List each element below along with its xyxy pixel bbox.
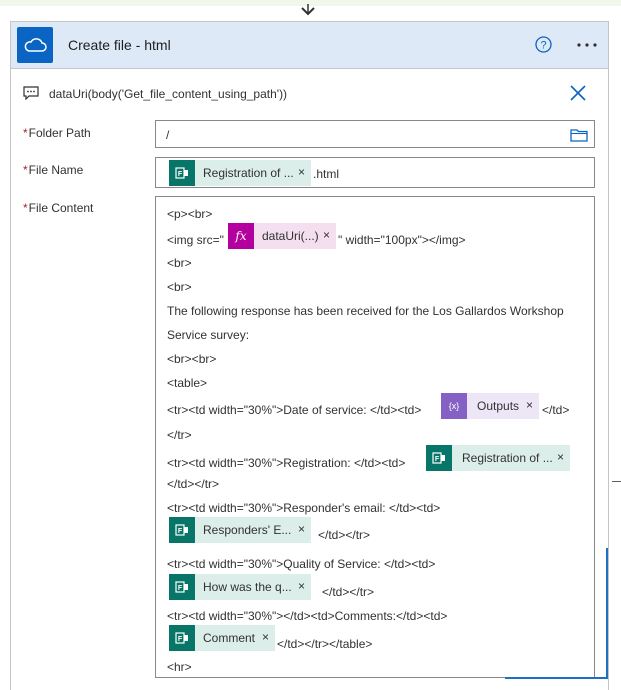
content-line: </td></tr></table>	[277, 637, 373, 651]
content-line: <table>	[167, 376, 208, 390]
action-title: Create file - html	[68, 37, 171, 53]
expression-text: dataUri(body('Get_file_content_using_pat…	[49, 87, 288, 101]
file-content-editor[interactable]: <p><br> <img src=" fx dataUri(...) × " w…	[155, 196, 595, 678]
svg-text:F: F	[178, 585, 183, 592]
folder-path-label: *Folder Path	[23, 126, 91, 140]
content-line: </td></tr>	[322, 585, 375, 599]
variable-icon: {x}	[441, 393, 467, 419]
close-icon[interactable]	[568, 83, 588, 103]
content-line: <tr><td width="30%">Registration: </td><…	[167, 456, 406, 470]
content-line: </td></tr>	[167, 477, 220, 491]
token-remove-icon[interactable]: ×	[298, 522, 305, 536]
token-responders-email[interactable]: F Responders' E... ×	[169, 517, 311, 543]
content-line: Service survey:	[167, 328, 250, 342]
expression-fx-icon: fx	[228, 223, 254, 249]
more-options-icon[interactable]	[574, 35, 600, 55]
selection-outline-horizontal	[505, 677, 608, 679]
forms-icon: F	[426, 445, 452, 471]
side-tick	[612, 481, 621, 482]
token-registration[interactable]: F Registration of ... ×	[426, 445, 570, 471]
content-line: <tr><td width="30%">Responder's email: <…	[167, 501, 441, 515]
action-header[interactable]: Create file - html ?	[11, 22, 608, 68]
content-line: <hr>	[167, 660, 192, 674]
help-icon[interactable]: ?	[535, 36, 552, 53]
content-line: </td></tr>	[318, 528, 371, 542]
comment-icon[interactable]	[23, 86, 39, 100]
selection-outline-vertical	[606, 548, 608, 678]
svg-text:F: F	[435, 456, 440, 463]
token-remove-icon[interactable]: ×	[526, 398, 533, 412]
expression-bar: dataUri(body('Get_file_content_using_pat…	[11, 68, 608, 118]
folder-path-value: /	[166, 128, 170, 142]
file-name-label: *File Name	[23, 163, 84, 177]
content-line: <br>	[167, 256, 192, 270]
content-line: <tr><td width="30%"></td><td>Comments:</…	[167, 609, 448, 623]
token-datauri[interactable]: fx dataUri(...) ×	[228, 223, 336, 249]
svg-text:?: ?	[540, 40, 546, 52]
connector-arrow-icon	[301, 4, 315, 16]
content-line: <p><br>	[167, 207, 213, 221]
content-line: <img src="	[167, 233, 224, 247]
folder-picker-icon[interactable]	[570, 128, 588, 142]
token-registration[interactable]: F Registration of ... ×	[169, 160, 311, 186]
forms-icon: F	[169, 625, 195, 651]
token-remove-icon[interactable]: ×	[262, 630, 269, 644]
action-card: Create file - html ? dataUri(body('Get_f…	[10, 21, 609, 690]
forms-icon: F	[169, 574, 195, 600]
token-remove-icon[interactable]: ×	[557, 450, 564, 464]
token-quality[interactable]: F How was the q... ×	[169, 574, 311, 600]
forms-icon: F	[169, 517, 195, 543]
content-line: <tr><td width="30%">Date of service: </t…	[167, 403, 422, 417]
token-comment[interactable]: F Comment ×	[169, 625, 275, 651]
forms-icon: F	[169, 160, 195, 186]
svg-text:F: F	[178, 636, 183, 643]
svg-text:F: F	[178, 171, 183, 178]
file-name-input[interactable]: F Registration of ... × .html	[155, 157, 595, 188]
content-line: <br><br>	[167, 352, 217, 366]
token-outputs[interactable]: {x} Outputs ×	[441, 393, 539, 419]
onedrive-cloud-icon	[17, 27, 53, 63]
content-line: <tr><td width="30%">Quality of Service: …	[167, 557, 436, 571]
content-line: </tr>	[167, 428, 192, 442]
folder-path-input[interactable]: /	[155, 120, 595, 148]
content-line: " width="100px"></img>	[338, 233, 466, 247]
svg-text:F: F	[178, 528, 183, 535]
content-line: <br>	[167, 280, 192, 294]
token-remove-icon[interactable]: ×	[298, 579, 305, 593]
token-remove-icon[interactable]: ×	[323, 228, 330, 242]
file-name-suffix: .html	[313, 167, 340, 181]
token-remove-icon[interactable]: ×	[298, 165, 305, 179]
file-content-label: *File Content	[23, 201, 94, 215]
content-line: The following response has been received…	[167, 304, 564, 318]
content-line: </td>	[542, 403, 570, 417]
